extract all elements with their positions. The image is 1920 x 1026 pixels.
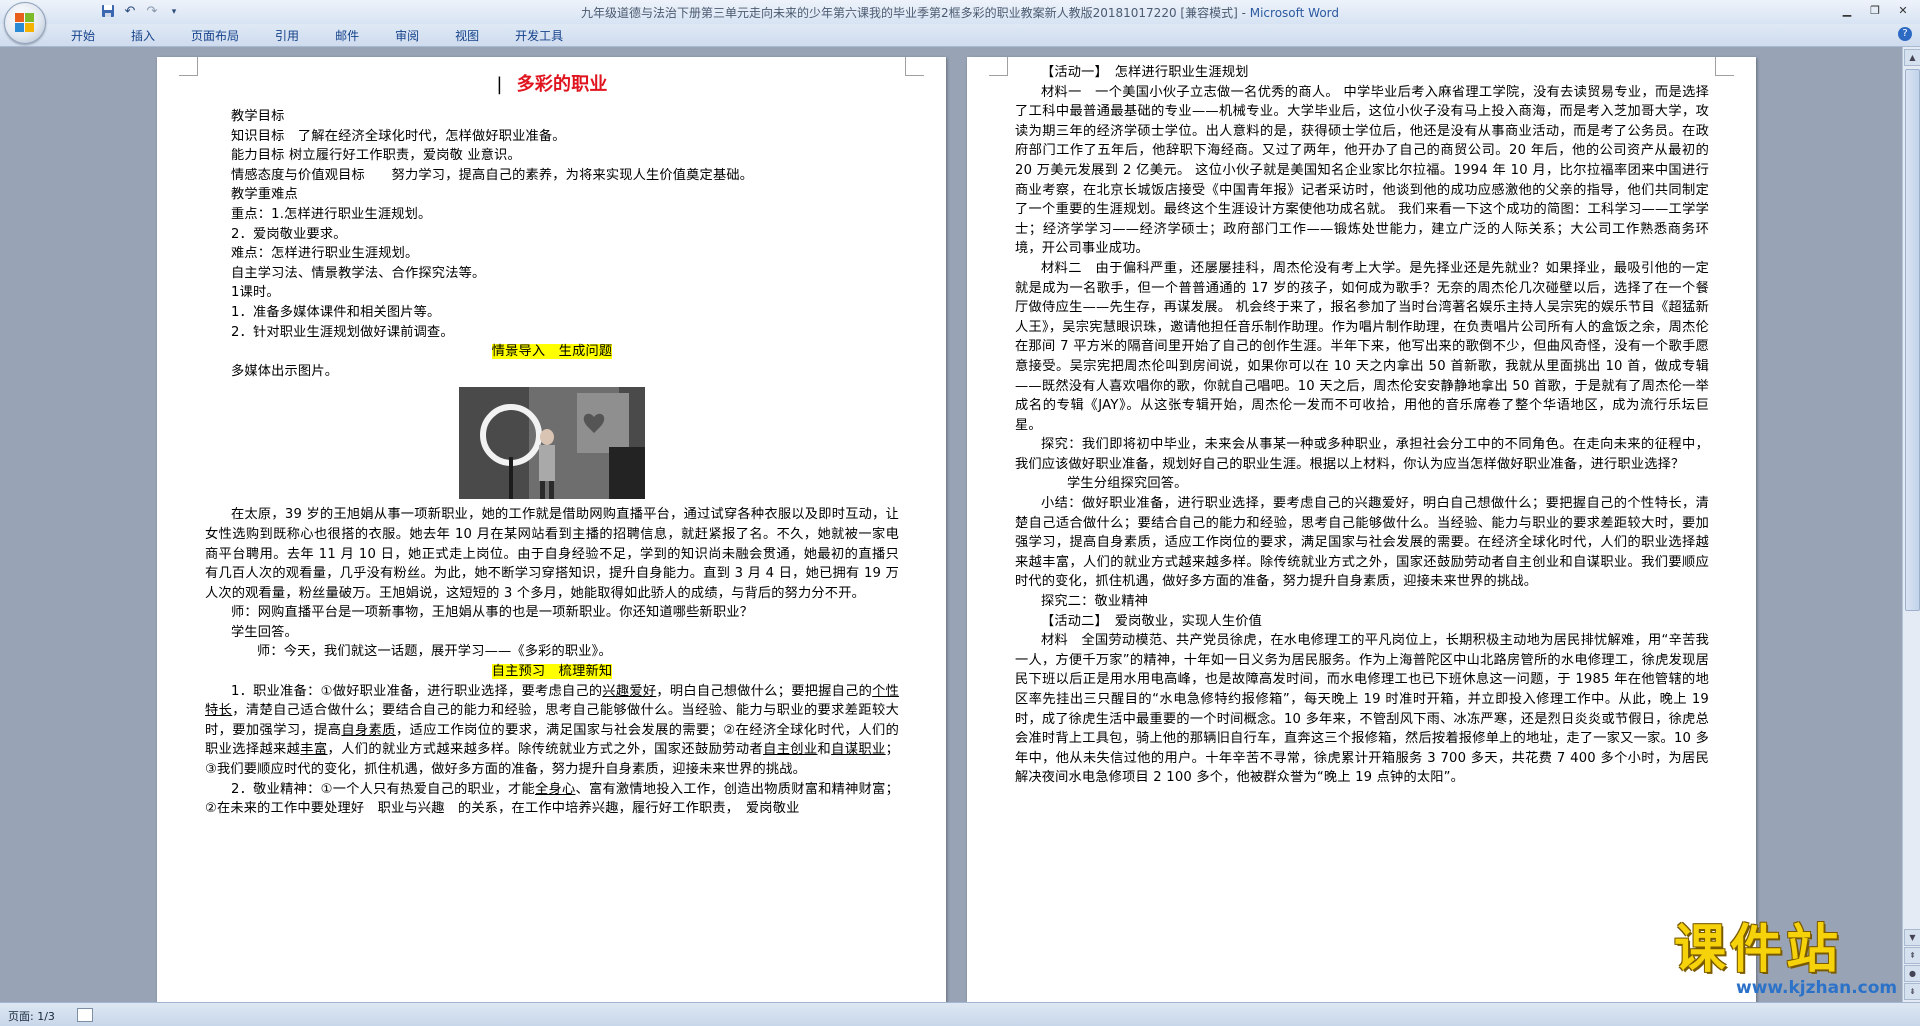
answer-blank: 自身素质	[341, 722, 396, 738]
watermark-url: www.kjzhan.com	[1736, 978, 1898, 998]
answer-blank: 兴趣爱好	[602, 683, 657, 699]
paragraph: 探究：我们即将初中毕业，未来会从事某一种或多种职业，承担社会分工中的不同角色。在…	[1015, 437, 1709, 472]
vertical-scrollbar[interactable]: ▲ ▼ ⇞ ● ⇟	[1902, 47, 1920, 1002]
page-title-text: 多彩的职业	[516, 74, 608, 95]
watermark-logo: 课件站 www.kjzhan.com	[1660, 918, 1900, 1002]
text-run: 2．敬业精神：①一个人只有热爱自己的职业，才能	[231, 781, 535, 797]
activity-heading: 【活动二】 爱岗敬业，实现人生价值	[1041, 613, 1262, 629]
page-2-text: 【活动一】 怎样进行职业生涯规划 材料一 一个美国小伙子立志做一名优秀的商人。 …	[1015, 63, 1709, 788]
paragraph: 2．针对职业生涯规划做好课前调查。	[231, 324, 454, 340]
paragraph: 情感态度与价值观目标 努力学习，提高自己的素养，为将来实现人生价值奠定基础。	[231, 167, 754, 183]
paragraph: 学生回答。	[231, 624, 298, 640]
answer-blank: 自谋职业	[831, 742, 886, 758]
paragraph: 多媒体出示图片。	[231, 363, 339, 379]
help-icon[interactable]: ?	[1898, 27, 1912, 41]
paragraph: 材料一 一个美国小伙子立志做一名优秀的商人。 中学毕业后考入麻省理工学院，没有去…	[1015, 84, 1709, 257]
livestream-photo[interactable]	[459, 387, 645, 500]
app-name: Microsoft Word	[1249, 6, 1340, 20]
section-heading-text: 情景导入 生成问题	[491, 344, 613, 360]
tab-home[interactable]: 开始	[60, 28, 106, 44]
page-counter[interactable]: 页面: 1/3	[8, 1008, 55, 1024]
previous-page-button[interactable]: ⇞	[1904, 947, 1920, 964]
section-heading: 自主预习 梳理新知	[205, 662, 899, 682]
paragraph: 教学重难点	[231, 187, 298, 203]
status-bar: 页面: 1/3	[0, 1002, 1920, 1026]
office-button[interactable]	[4, 2, 46, 44]
paragraph: 师：今天，我们就这一话题，展开学习——《多彩的职业》。	[257, 644, 612, 660]
paragraph: 材料 全国劳动模范、共产党员徐虎，在水电修理工的平凡岗位上，长期积极主动地为居民…	[1015, 633, 1709, 786]
tab-developer[interactable]: 开发工具	[504, 28, 574, 44]
text-run: ，人们的就业方式越来越多样。除传统就业方式之外，国家还鼓励劳动者	[327, 742, 764, 758]
paragraph: 在太原，39 岁的王旭娟从事一项新职业，她的工作就是借助网购直播平台，通过试穿各…	[205, 507, 899, 601]
activity-heading: 【活动一】 怎样进行职业生涯规划	[1041, 65, 1249, 80]
paragraph: 1．准备多媒体课件和相关图片等。	[231, 304, 441, 320]
paragraph: 小结：做好职业准备，进行职业选择，要考虑自己的兴趣爱好，明白自己想做什么；要把握…	[1015, 496, 1709, 590]
paragraph: 1课时。	[231, 285, 280, 301]
watermark-text: 课件站	[1674, 920, 1843, 980]
tab-view[interactable]: 视图	[444, 28, 490, 44]
tab-review[interactable]: 审阅	[384, 28, 430, 44]
paragraph: 自主学习法、情景教学法、合作探究法等。	[231, 265, 486, 281]
crop-mark	[905, 57, 924, 76]
text-run: 和	[817, 742, 832, 758]
scroll-up-button[interactable]: ▲	[1904, 49, 1920, 66]
paragraph: 1．职业准备：①做好职业准备，进行职业选择，要考虑自己的兴趣爱好，明白自己想做什…	[205, 682, 899, 780]
paragraph: 2．爱岗敬业要求。	[231, 226, 347, 242]
paragraph: 难点：怎样进行职业生涯规划。	[231, 246, 419, 262]
document-area: | 多彩的职业 教学目标 知识目标 了解在经济全球化时代，怎样做好职业准备。 能力…	[0, 47, 1903, 1002]
answer-blank: 全身心	[535, 781, 576, 797]
crop-mark	[989, 57, 1008, 76]
ribbon-tab-bar: 开始 插入 页面布局 引用 邮件 审阅 视图 开发工具 ?	[0, 24, 1920, 47]
page-2[interactable]: 【活动一】 怎样进行职业生涯规划 材料一 一个美国小伙子立志做一名优秀的商人。 …	[967, 57, 1756, 1002]
select-browse-object-button[interactable]: ●	[1904, 965, 1920, 982]
crop-mark	[1715, 57, 1734, 76]
title-bar: ↶ ↷ ▾ 九年级道德与法治下册第三单元走向未来的少年第六课我的毕业季第2框多彩…	[0, 0, 1920, 25]
next-page-button[interactable]: ⇟	[1904, 983, 1920, 1000]
paragraph: 重点：1.怎样进行职业生涯规划。	[231, 206, 432, 222]
document-title: 九年级道德与法治下册第三单元走向未来的少年第六课我的毕业季第2框多彩的职业教案新…	[580, 6, 1250, 20]
paragraph: 知识目标 了解在经济全球化时代，怎样做好职业准备。	[231, 128, 566, 144]
paragraph: 材料二 由于偏科严重，还屡屡挂科，周杰伦没有考上大学。是先择业还是先就业？如果择…	[1015, 260, 1709, 433]
minimize-button[interactable]: ▁	[1834, 2, 1860, 20]
scroll-down-button[interactable]: ▼	[1904, 929, 1920, 946]
tab-mailings[interactable]: 邮件	[324, 28, 370, 44]
close-button[interactable]: ✕	[1890, 2, 1916, 20]
proofing-icon[interactable]	[77, 1008, 93, 1022]
text-run: 1．职业准备：①做好职业准备，进行职业选择，要考虑自己的	[231, 683, 603, 699]
paragraph: 2．敬业精神：①一个人只有热爱自己的职业，才能全身心、富有激情地投入工作，创造出…	[205, 780, 899, 819]
window-controls: ▁ ❐ ✕	[1834, 2, 1916, 20]
page-title: | 多彩的职业	[496, 74, 608, 95]
restore-button[interactable]: ❐	[1862, 2, 1888, 20]
paragraph: 探究二：敬业精神	[1041, 594, 1149, 610]
tab-insert[interactable]: 插入	[120, 28, 166, 44]
section-heading: 情景导入 生成问题	[205, 342, 899, 362]
scrollbar-thumb[interactable]	[1905, 69, 1920, 611]
paragraph: 师：网购直播平台是一项新事物，王旭娟从事的也是一项新职业。你还知道哪些新职业？	[231, 605, 754, 621]
text-run: ，明白自己想做什么；要把握自己的	[656, 683, 873, 699]
tab-page-layout[interactable]: 页面布局	[180, 28, 250, 44]
crop-mark	[179, 57, 198, 76]
paragraph: 能力目标 树立履行好工作职责，爱岗敬 业意识。	[231, 148, 521, 164]
answer-blank: 丰富	[300, 742, 328, 758]
window-title: 九年级道德与法治下册第三单元走向未来的少年第六课我的毕业季第2框多彩的职业教案新…	[0, 4, 1920, 21]
page-1[interactable]: | 多彩的职业 教学目标 知识目标 了解在经济全球化时代，怎样做好职业准备。 能力…	[157, 57, 946, 1002]
paragraph: 教学目标	[231, 109, 285, 124]
section-heading-text: 自主预习 梳理新知	[491, 664, 613, 680]
office-logo-icon	[15, 13, 35, 33]
tab-references[interactable]: 引用	[264, 28, 310, 44]
answer-blank: 自主创业	[763, 742, 818, 758]
page-1-text: | 多彩的职业 教学目标 知识目标 了解在经济全球化时代，怎样做好职业准备。 能力…	[205, 67, 899, 819]
paragraph: 学生分组探究回答。	[1067, 476, 1188, 492]
